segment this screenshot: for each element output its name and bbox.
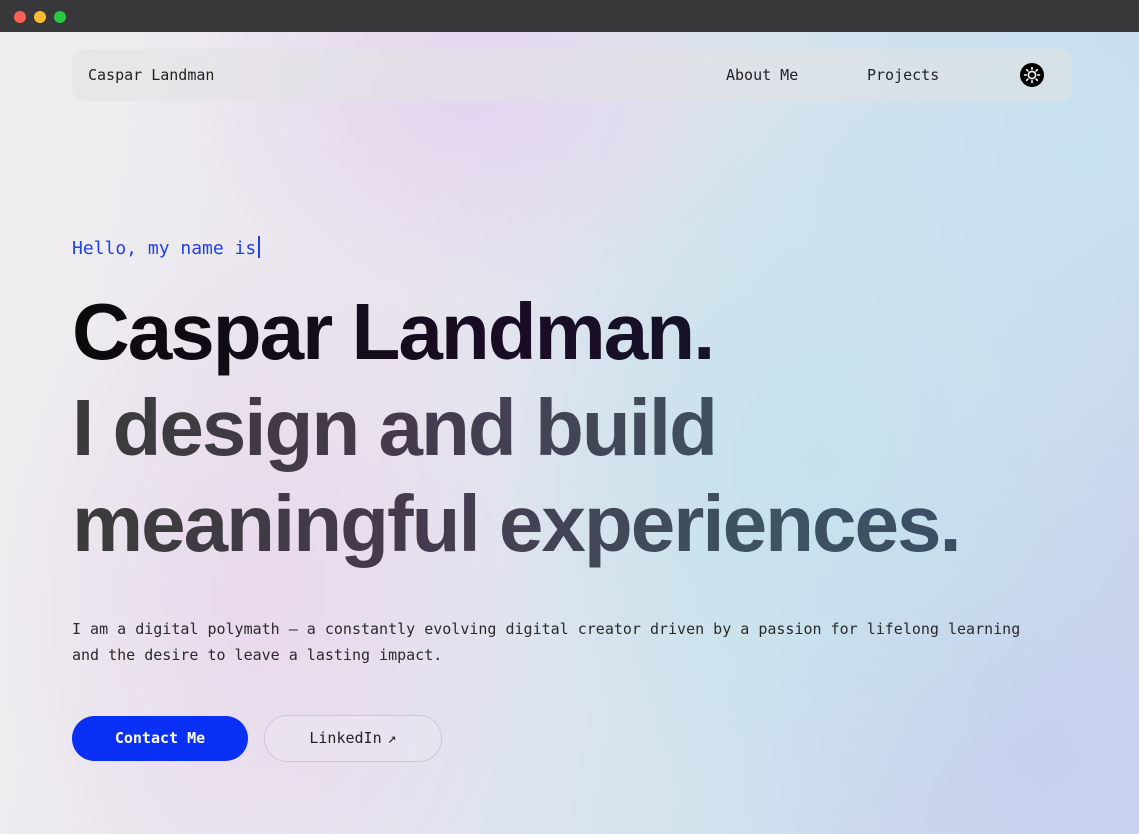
nav-link-about-me[interactable]: About Me: [726, 49, 798, 101]
site-brand[interactable]: Caspar Landman: [88, 49, 214, 101]
linkedin-label: LinkedIn: [309, 729, 382, 747]
hero-tagline-line-1: I design and build: [72, 380, 1072, 476]
hero-tagline-line-2: meaningful experiences.: [72, 476, 1072, 572]
browser-window: Caspar Landman About Me Projects Hello, …: [0, 0, 1139, 834]
linkedin-button[interactable]: LinkedIn ↗: [264, 715, 442, 762]
hero-headline: Caspar Landman. I design and build meani…: [72, 284, 1072, 572]
minimize-window-button[interactable]: [34, 11, 46, 23]
navbar: Caspar Landman About Me Projects: [72, 49, 1072, 101]
theme-toggle-button[interactable]: [1020, 63, 1044, 87]
close-window-button[interactable]: [14, 11, 26, 23]
typing-caret: [258, 236, 261, 258]
page-content: Caspar Landman About Me Projects Hello, …: [0, 32, 1139, 834]
hero-bio: I am a digital polymath — a constantly e…: [72, 620, 1021, 664]
hero-greeting: Hello, my name is: [72, 236, 261, 259]
contact-me-button[interactable]: Contact Me: [72, 716, 248, 761]
nav-link-projects[interactable]: Projects: [867, 49, 939, 101]
title-bar: [0, 0, 1139, 32]
greeting-text: Hello, my name is: [72, 238, 257, 259]
hero-name: Caspar Landman.: [72, 284, 1072, 380]
maximize-window-button[interactable]: [54, 11, 66, 23]
arrow-up-right-icon: ↗: [387, 729, 397, 747]
sun-icon: [1023, 66, 1041, 84]
